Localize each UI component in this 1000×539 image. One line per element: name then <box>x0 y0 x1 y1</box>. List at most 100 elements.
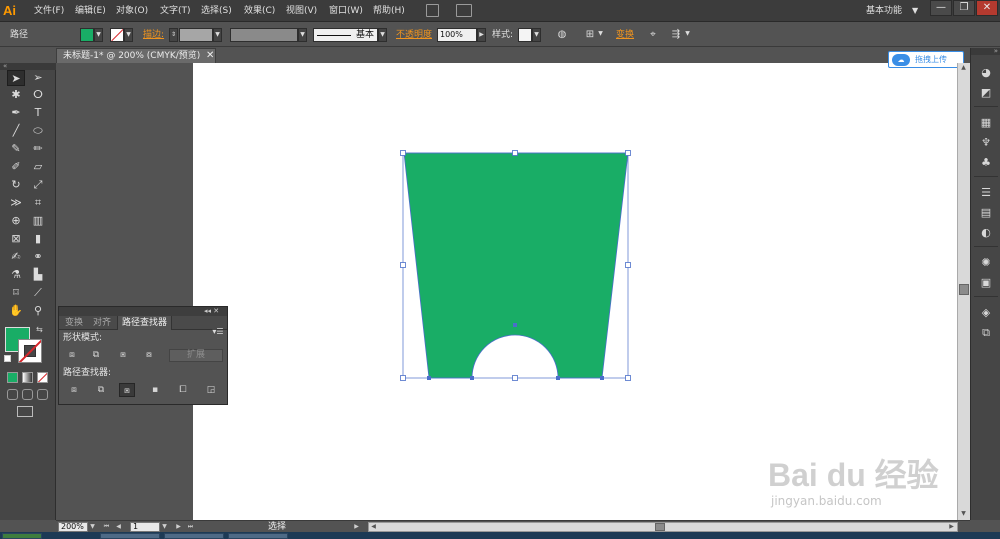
taskbar-item[interactable] <box>100 533 160 539</box>
appearance-panel-icon[interactable]: ✺ <box>978 256 994 270</box>
expand-button[interactable]: 扩展 <box>169 349 223 362</box>
shape-builder-tool-icon[interactable]: ⊕ <box>7 213 25 229</box>
scroll-up-icon[interactable]: ▲ <box>958 63 969 73</box>
perspective-grid-tool-icon[interactable]: ▥ <box>29 213 47 229</box>
screen-mode-icon[interactable] <box>17 406 33 417</box>
transparency-panel-icon[interactable]: ◐ <box>978 226 994 240</box>
artboard-dropdown-icon[interactable]: ▼ <box>160 522 169 532</box>
stroke-weight-input[interactable] <box>179 28 213 42</box>
menu-help[interactable]: 帮助(H) <box>373 0 405 22</box>
transform-label[interactable]: 变换 <box>616 23 634 47</box>
variable-width-profile[interactable] <box>230 28 298 42</box>
brush-definition[interactable]: 基本 <box>313 28 378 42</box>
none-mode-icon[interactable] <box>37 372 48 383</box>
tab-transform[interactable]: 变换 <box>61 316 87 330</box>
opacity-input[interactable]: 100% <box>437 28 477 42</box>
direct-selection-tool-icon[interactable]: ➢ <box>29 70 47 86</box>
recolor-artwork-icon[interactable]: ◍ <box>556 29 568 41</box>
minus-back-icon[interactable]: ◲ <box>203 383 219 397</box>
slice-tool-icon[interactable]: ⟋ <box>29 285 47 301</box>
menu-type[interactable]: 文字(T) <box>160 0 191 22</box>
fill-color-swatch[interactable] <box>80 28 94 42</box>
drag-upload-badge[interactable]: ☁ 拖拽上传 <box>888 51 964 68</box>
panel-collapse-close-icon[interactable]: ◂◂ ✕ <box>204 307 219 316</box>
stroke-dropdown[interactable]: ▼ <box>124 28 133 42</box>
opacity-dropdown[interactable]: ▶ <box>477 28 486 42</box>
draw-normal-icon[interactable] <box>7 389 18 400</box>
menu-view[interactable]: 视图(V) <box>286 0 317 22</box>
arrange-documents-icon[interactable] <box>456 4 472 17</box>
draw-inside-icon[interactable] <box>37 389 48 400</box>
stroke-color-box[interactable] <box>18 339 42 363</box>
panel-options-icon[interactable]: ⇶ <box>670 29 682 41</box>
opacity-label[interactable]: 不透明度 <box>396 23 432 47</box>
type-tool-icon[interactable]: T <box>29 105 47 121</box>
layers-panel-icon[interactable]: ◈ <box>978 306 994 320</box>
divide-icon[interactable]: ⧈ <box>66 383 82 397</box>
taskbar-item[interactable] <box>228 533 288 539</box>
mesh-tool-icon[interactable]: ⊠ <box>7 231 25 247</box>
zoom-tool-icon[interactable]: ⚲ <box>29 303 47 319</box>
align-dropdown[interactable]: ▼ <box>596 28 605 42</box>
rotate-tool-icon[interactable]: ↻ <box>7 177 25 193</box>
scroll-left-icon[interactable]: ◀ <box>369 522 378 532</box>
color-mode-icon[interactable] <box>7 372 18 383</box>
vertical-scrollbar[interactable]: ▲ ▼ <box>957 63 970 520</box>
swatches-panel-icon[interactable]: ▦ <box>978 116 994 130</box>
restore-button[interactable]: ❐ <box>953 0 975 16</box>
draw-behind-icon[interactable] <box>22 389 33 400</box>
exclude-icon[interactable]: ⧇ <box>141 348 157 362</box>
stroke-weight-stepper[interactable]: ⇕ <box>169 28 178 42</box>
artboard-tool-icon[interactable]: ⌑ <box>7 285 25 301</box>
stroke-panel-icon[interactable]: ☰ <box>978 186 994 200</box>
menu-effect[interactable]: 效果(C) <box>244 0 275 22</box>
pen-tool-icon[interactable]: ✒ <box>7 105 25 121</box>
scale-tool-icon[interactable]: ⤢ <box>29 177 47 193</box>
next-artboard-icon[interactable]: ▶ <box>174 522 183 532</box>
gradient-tool-icon[interactable]: ▮ <box>29 231 47 247</box>
color-guide-icon[interactable]: ◩ <box>978 86 994 100</box>
chevron-down-icon[interactable]: ▼ <box>912 0 918 22</box>
graphic-style-swatch[interactable] <box>518 28 532 42</box>
fill-dropdown[interactable]: ▼ <box>94 28 103 42</box>
pencil-tool-icon[interactable]: ✏ <box>29 141 47 157</box>
first-artboard-icon[interactable]: ⏮ <box>102 522 111 532</box>
tools-collapse-icon[interactable]: « <box>0 63 56 70</box>
menu-window[interactable]: 窗口(W) <box>329 0 363 22</box>
column-graph-tool-icon[interactable]: ▙ <box>29 267 47 283</box>
scroll-right-icon[interactable]: ▶ <box>947 522 956 532</box>
profile-dropdown[interactable]: ▼ <box>298 28 307 42</box>
menu-select[interactable]: 选择(S) <box>201 0 232 22</box>
horizontal-scrollbar[interactable]: ◀ ▶ <box>368 522 958 532</box>
minus-front-icon[interactable]: ⧉ <box>88 348 104 362</box>
document-tab[interactable]: 未标题-1* @ 200% (CMYK/预览) ✕ <box>56 48 216 63</box>
menu-object[interactable]: 对象(O) <box>116 0 148 22</box>
close-tab-icon[interactable]: ✕ <box>206 49 214 63</box>
vertical-scroll-thumb[interactable] <box>959 284 969 295</box>
last-artboard-icon[interactable]: ⏭ <box>186 522 195 532</box>
dock-collapse-icon[interactable]: » <box>971 48 1000 55</box>
bridge-icon[interactable] <box>426 4 439 17</box>
ellipse-tool-icon[interactable]: ⬭ <box>29 123 47 139</box>
blend-tool-icon[interactable]: ⚭ <box>29 249 47 265</box>
merge-icon[interactable]: ⧆ <box>119 383 135 397</box>
magic-wand-tool-icon[interactable]: ✱ <box>7 87 25 103</box>
eyedropper-tool-icon[interactable]: ✍ <box>7 249 25 265</box>
unite-icon[interactable]: ⧈ <box>64 348 80 362</box>
lasso-tool-icon[interactable]: ⵔ <box>29 87 47 103</box>
align-grid-icon[interactable]: ⊞ <box>584 29 596 41</box>
panel-menu-icon[interactable]: ▾☰ <box>212 327 224 337</box>
gradient-mode-icon[interactable] <box>22 372 33 383</box>
taskbar-item[interactable] <box>164 533 224 539</box>
menu-file[interactable]: 文件(F) <box>34 0 64 22</box>
color-panel-icon[interactable]: ◕ <box>978 66 994 80</box>
tab-align[interactable]: 对齐 <box>89 316 115 330</box>
stroke-label[interactable]: 描边: <box>143 23 164 47</box>
scroll-down-icon[interactable]: ▼ <box>958 509 969 519</box>
width-tool-icon[interactable]: ≫ <box>7 195 25 211</box>
symbols-panel-icon[interactable]: ♣ <box>978 156 994 170</box>
brush-dropdown[interactable]: ▼ <box>378 28 387 42</box>
blob-brush-tool-icon[interactable]: ✐ <box>7 159 25 175</box>
horizontal-scroll-thumb[interactable] <box>655 523 665 531</box>
outline-icon[interactable]: ⧠ <box>175 383 191 397</box>
